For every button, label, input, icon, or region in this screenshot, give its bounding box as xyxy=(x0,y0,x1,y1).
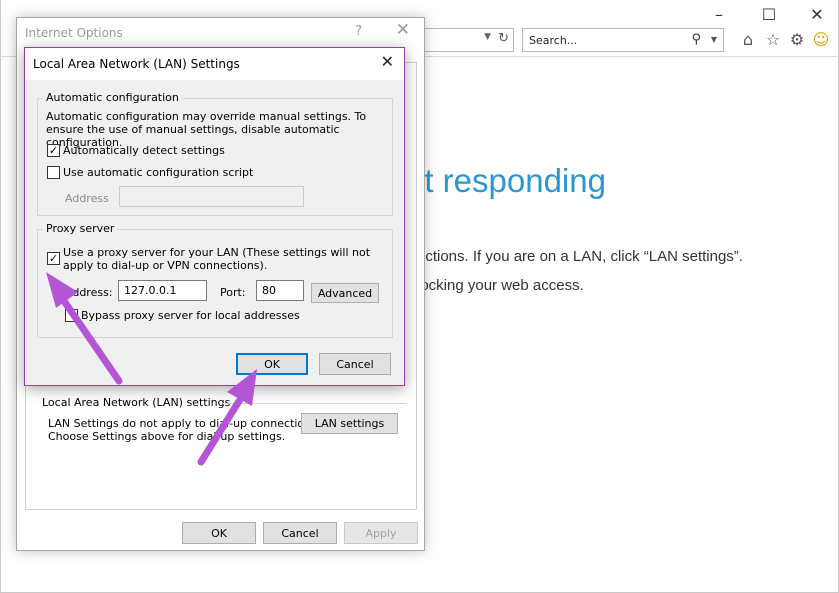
bypass-local-checkbox[interactable] xyxy=(65,309,78,322)
proxy-address-label: Address: xyxy=(65,286,113,299)
lan-settings-dialog: Local Area Network (LAN) Settings ✕ Auto… xyxy=(24,47,405,386)
search-input[interactable]: Search... ⚲ ▼ xyxy=(522,28,724,52)
dialog-title: Internet Options xyxy=(25,26,123,40)
lan-settings-group-label: Local Area Network (LAN) settings xyxy=(42,396,234,409)
maximize-window-button[interactable]: ☐ xyxy=(756,5,782,25)
close-icon[interactable]: ✕ xyxy=(381,52,394,71)
search-dropdown-icon[interactable]: ▼ xyxy=(711,35,717,44)
auto-detect-checkbox[interactable]: ✓ xyxy=(47,144,60,157)
proxy-port-field[interactable]: 80 xyxy=(256,280,304,301)
favorites-star-icon[interactable]: ☆ xyxy=(762,30,784,49)
advanced-button[interactable]: Advanced xyxy=(311,283,379,303)
help-icon[interactable]: ? xyxy=(355,24,362,39)
settings-gear-icon[interactable]: ⚙ xyxy=(786,30,808,49)
auto-detect-label[interactable]: Automatically detect settings xyxy=(63,144,225,157)
cancel-button[interactable]: Cancel xyxy=(263,522,337,544)
use-proxy-label[interactable]: Use a proxy server for your LAN (These s… xyxy=(63,246,383,272)
address-dropdown-icon[interactable]: ▼ xyxy=(484,32,491,42)
lan-settings-button[interactable]: LAN settings xyxy=(301,413,398,434)
error-text-line: locking your web access. xyxy=(417,277,584,294)
lan-info-text: Choose Settings above for dial-up settin… xyxy=(48,430,286,443)
address-bar[interactable]: ▼ ↻ xyxy=(420,28,514,52)
search-placeholder: Search... xyxy=(529,34,578,47)
lan-info-text: LAN Settings do not apply to dial-up con… xyxy=(48,417,321,430)
apply-button: Apply xyxy=(344,522,418,544)
proxy-address-field[interactable]: 127.0.0.1 xyxy=(118,280,207,301)
use-config-script-label[interactable]: Use automatic configuration script xyxy=(63,166,253,179)
error-heading: ’t responding xyxy=(417,162,606,199)
group-divider xyxy=(222,403,406,404)
group-label: Proxy server xyxy=(43,222,118,235)
close-window-button[interactable]: ✕ xyxy=(804,5,830,25)
use-config-script-checkbox[interactable] xyxy=(47,166,60,179)
bypass-local-label[interactable]: Bypass proxy server for local addresses xyxy=(81,309,300,322)
close-icon[interactable]: ✕ xyxy=(396,20,410,40)
script-address-field xyxy=(119,186,304,207)
ok-button[interactable]: OK xyxy=(236,353,308,375)
minimize-window-button[interactable]: – xyxy=(706,5,732,25)
proxy-port-label: Port: xyxy=(220,286,246,299)
home-icon[interactable]: ⌂ xyxy=(737,30,759,49)
use-proxy-checkbox[interactable]: ✓ xyxy=(47,252,60,265)
group-label: Automatic configuration xyxy=(43,91,182,104)
refresh-icon[interactable]: ↻ xyxy=(498,31,509,46)
smiley-feedback-icon[interactable]: ☺ xyxy=(810,30,832,49)
lan-dialog-body: Automatic configuration Automatic config… xyxy=(25,80,404,385)
search-icon[interactable]: ⚲ xyxy=(691,32,701,47)
ok-button[interactable]: OK xyxy=(182,522,256,544)
dialog-title: Local Area Network (LAN) Settings xyxy=(33,57,240,71)
script-address-label: Address xyxy=(65,192,109,205)
cancel-button[interactable]: Cancel xyxy=(319,353,391,375)
error-text-line: ections. If you are on a LAN, click “LAN… xyxy=(417,248,743,265)
